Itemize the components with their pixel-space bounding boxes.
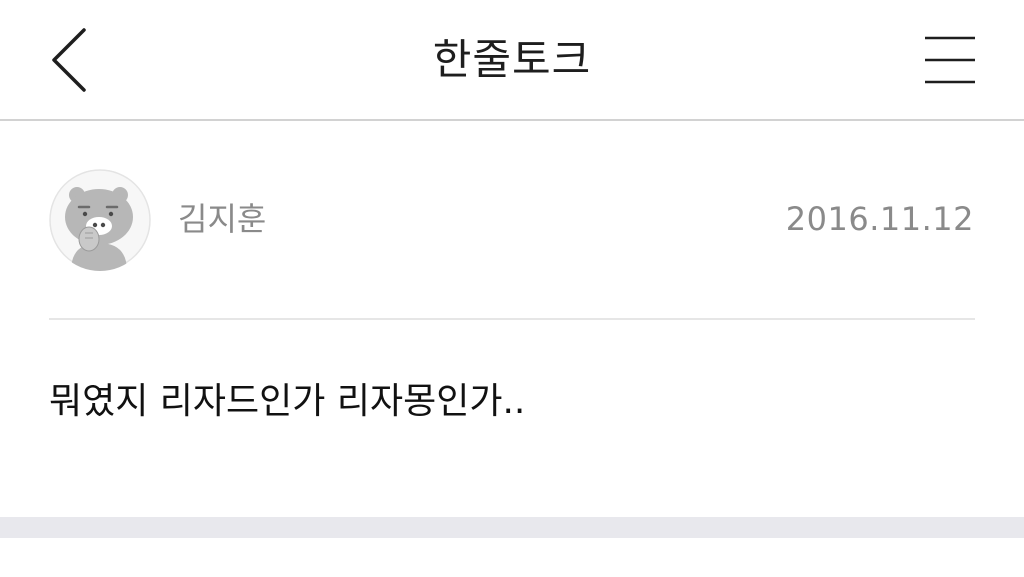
- screen: 한줄토크 김지훈 2016.11.12 뭐였지 리자드인가 리자몽인가..: [0, 0, 1024, 577]
- hamburger-menu-icon: [925, 36, 975, 84]
- post-body-text: 뭐였지 리자드인가 리자몽인가..: [49, 381, 526, 422]
- bear-avatar-icon: [49, 169, 151, 271]
- section-separator: [0, 517, 1024, 538]
- post-date: 2016.11.12: [785, 200, 974, 238]
- navigation-bar: 한줄토크: [0, 0, 1024, 121]
- avatar[interactable]: [49, 169, 151, 271]
- author-name[interactable]: 김지훈: [178, 199, 266, 239]
- menu-button[interactable]: [916, 28, 986, 92]
- post-header: 김지훈 2016.11.12: [0, 121, 1024, 319]
- page-title: 한줄토크: [432, 35, 592, 84]
- divider: [49, 318, 975, 320]
